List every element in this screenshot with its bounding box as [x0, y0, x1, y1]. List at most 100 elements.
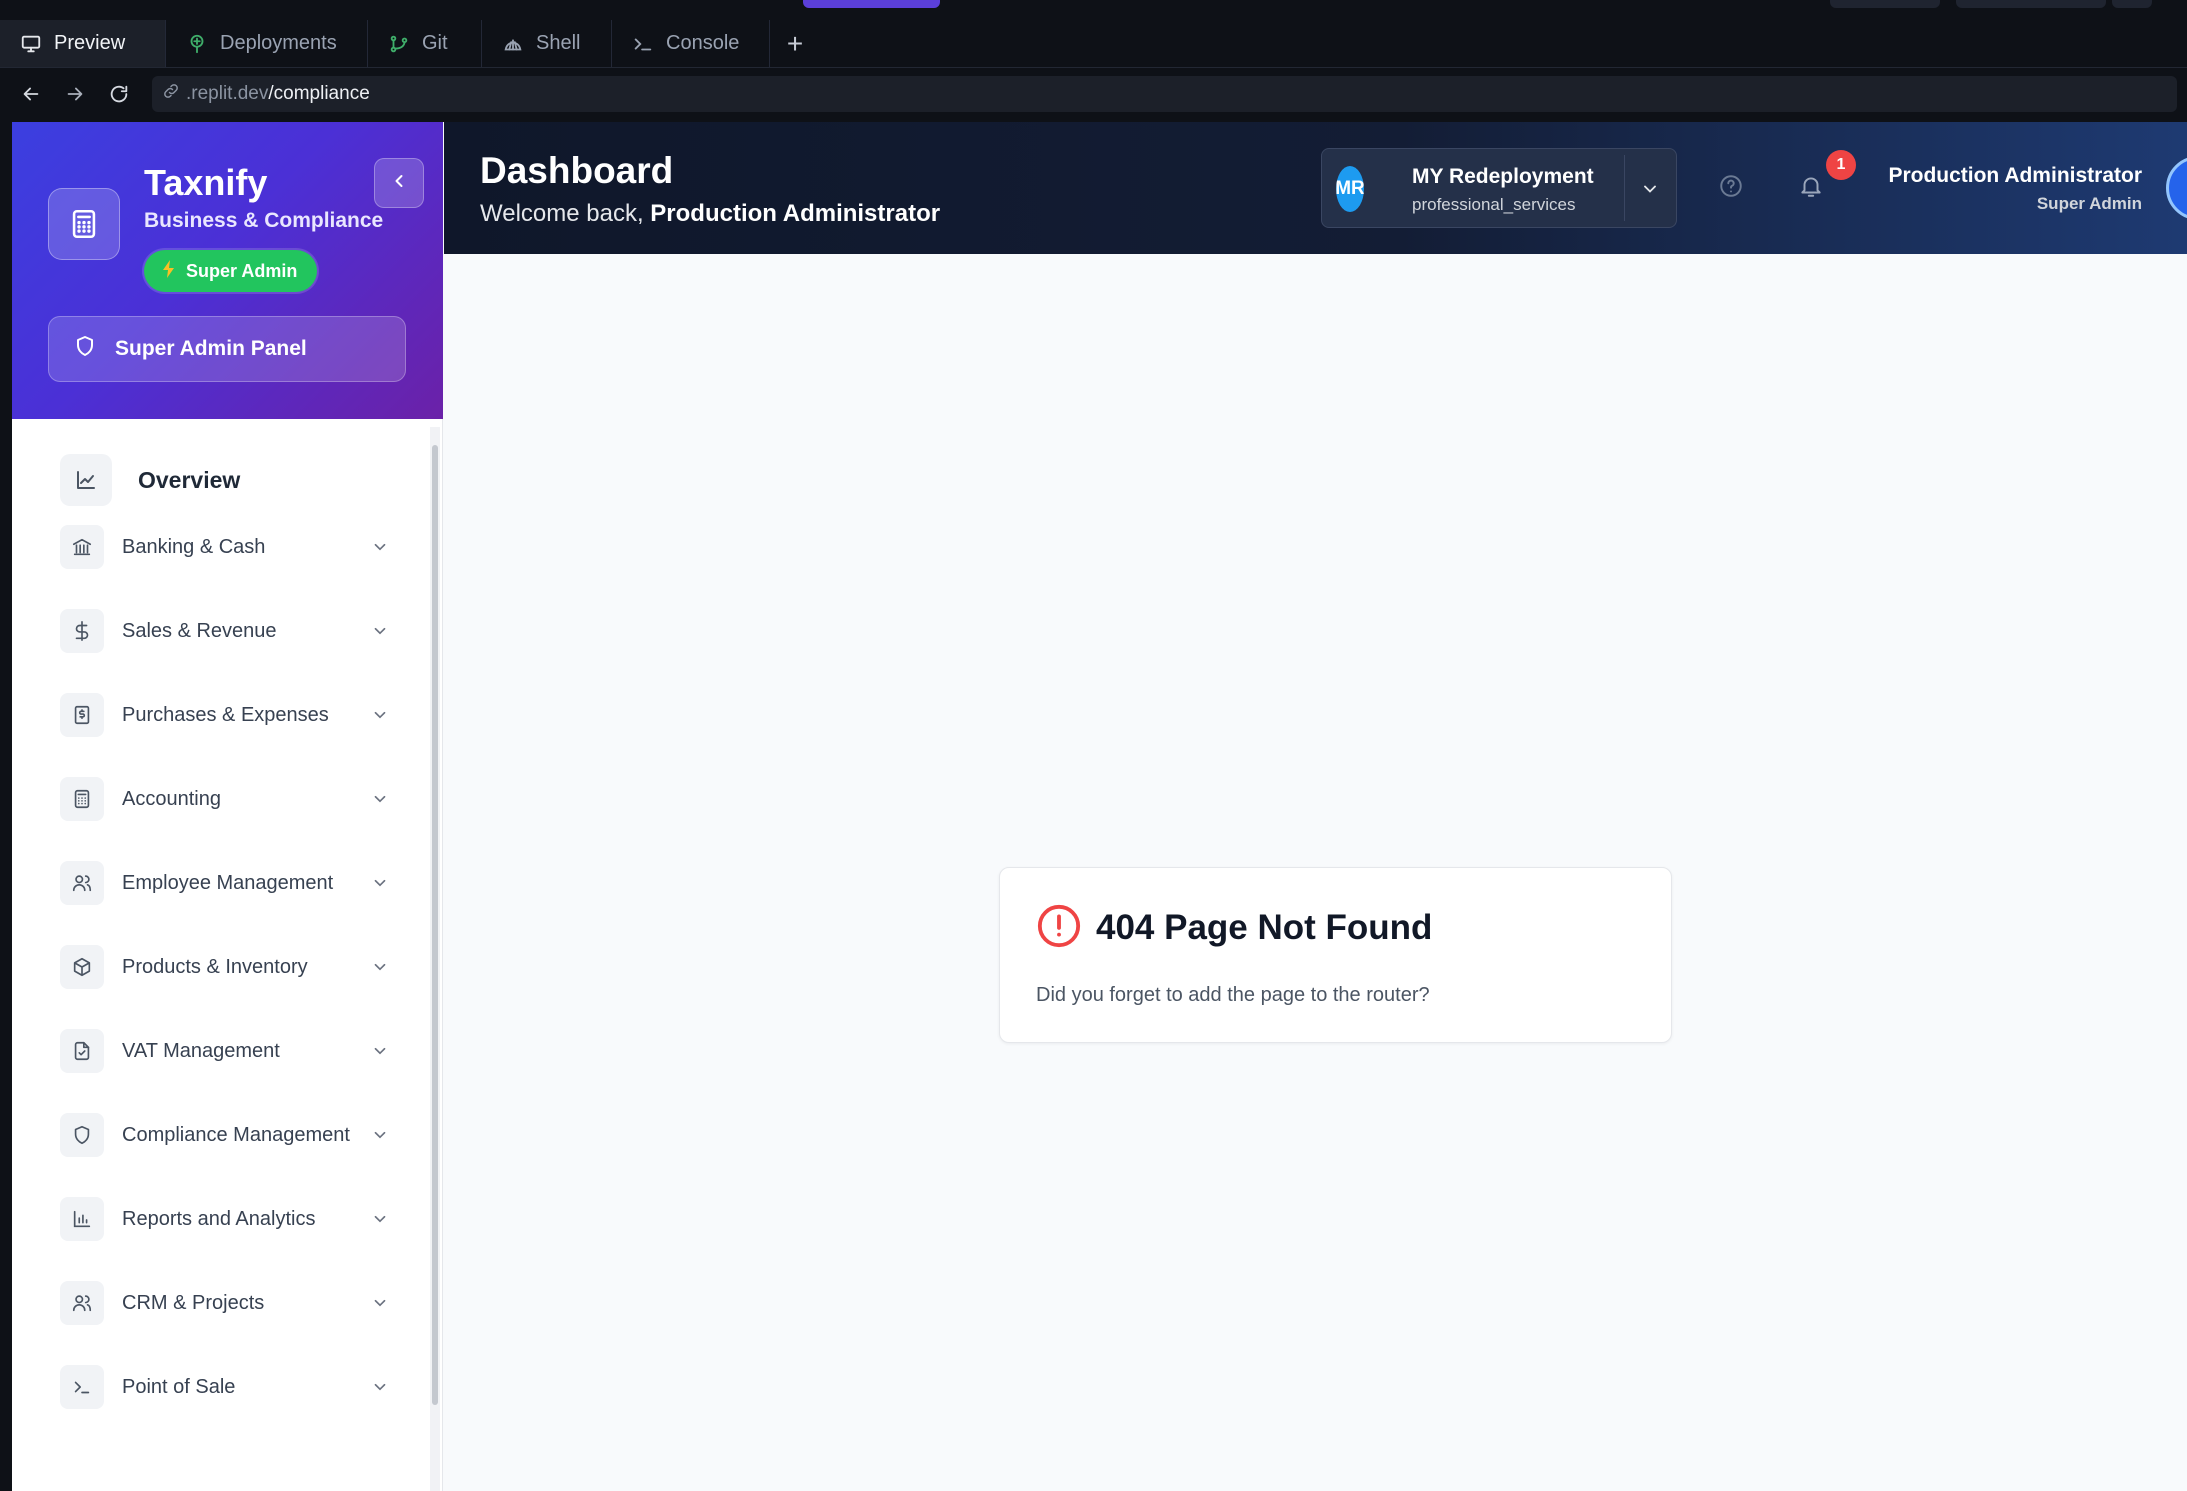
- sidebar-item-pos[interactable]: Point of Sale: [60, 1365, 390, 1409]
- shield-icon: [60, 1113, 104, 1157]
- forward-arrow-icon[interactable]: [64, 82, 86, 106]
- git-branch-icon: [388, 33, 410, 55]
- address-input[interactable]: .replit.dev/compliance: [152, 76, 2177, 112]
- sidebar-item-banking[interactable]: Banking & Cash: [60, 525, 390, 569]
- shell-icon: [502, 33, 524, 55]
- chevron-down-icon: [370, 621, 390, 641]
- bell-icon[interactable]: [1797, 172, 1825, 200]
- sidebar-item-compliance[interactable]: Compliance Management: [60, 1113, 390, 1157]
- sidebar-item-accounting[interactable]: Accounting: [60, 777, 390, 821]
- users-icon: [60, 1281, 104, 1325]
- run-button-highlight[interactable]: [803, 0, 940, 8]
- panel-button-label: Super Admin Panel: [115, 337, 307, 360]
- tab-label: Git: [422, 32, 448, 54]
- company-type: professional_services: [1412, 195, 1576, 214]
- divider: [1624, 155, 1625, 221]
- company-avatar: MR: [1336, 166, 1364, 212]
- sidebar-item-employees[interactable]: Employee Management: [60, 861, 390, 905]
- super-admin-badge: Super Admin: [144, 250, 318, 292]
- top-header: Dashboard Welcome back, Production Admin…: [444, 122, 2187, 254]
- sidebar-item-sales[interactable]: Sales & Revenue: [60, 609, 390, 653]
- welcome-prefix: Welcome back,: [480, 200, 651, 227]
- sidebar: Taxnify Business & Compliance Super Admi…: [12, 122, 443, 1491]
- scrollbar-thumb[interactable]: [432, 445, 438, 1405]
- sidebar-item-label: Accounting: [122, 787, 221, 810]
- brand-name: Taxnify: [144, 162, 268, 203]
- error-title: 404 Page Not Found: [1096, 908, 1433, 947]
- dollar-icon: [60, 609, 104, 653]
- sidebar-item-crm[interactable]: CRM & Projects: [60, 1281, 390, 1325]
- file-check-icon: [60, 1029, 104, 1073]
- ide-top-strip: [0, 0, 2187, 20]
- terminal-icon: [632, 33, 654, 55]
- lightning-icon: [162, 259, 176, 283]
- help-icon[interactable]: [1717, 172, 1745, 200]
- terminal-icon: [60, 1365, 104, 1409]
- tab-label: Deployments: [220, 32, 337, 54]
- deployments-icon: [186, 33, 208, 55]
- user-role: Super Admin: [2036, 194, 2142, 213]
- sidebar-item-overview[interactable]: Overview: [60, 454, 240, 506]
- tab-label: Preview: [54, 32, 126, 54]
- collapse-sidebar-button[interactable]: [374, 158, 424, 208]
- tab-deployments[interactable]: Deployments: [166, 20, 368, 67]
- tab-preview[interactable]: Preview: [0, 20, 166, 67]
- user-name: Production Administrator: [1888, 164, 2142, 187]
- calculator-icon: [60, 777, 104, 821]
- url-path: /compliance: [268, 83, 370, 104]
- super-admin-panel-button[interactable]: Super Admin Panel: [48, 316, 406, 382]
- company-selector[interactable]: MR MY Redeployment professional_services: [1321, 148, 1677, 228]
- brand-subtitle: Business & Compliance: [144, 209, 384, 232]
- sidebar-item-label: Overview: [138, 466, 241, 493]
- url-bar: .replit.dev/compliance: [0, 68, 2187, 120]
- bank-icon: [60, 525, 104, 569]
- user-avatar[interactable]: [2166, 156, 2187, 220]
- top-strip-control[interactable]: [1956, 0, 2106, 8]
- top-strip-control[interactable]: [1830, 0, 1940, 8]
- welcome-name: Production Administrator: [650, 200, 941, 227]
- sidebar-item-vat[interactable]: VAT Management: [60, 1029, 390, 1073]
- app-preview: Taxnify Business & Compliance Super Admi…: [12, 122, 2187, 1491]
- receipt-icon: [60, 693, 104, 737]
- ide-tab-bar: Preview Deployments Git Shell Console +: [0, 20, 2187, 68]
- link-icon: [162, 82, 180, 106]
- chevron-left-icon: [389, 171, 409, 196]
- chevron-down-icon[interactable]: [1638, 177, 1662, 201]
- chevron-down-icon: [370, 957, 390, 977]
- chevron-down-icon: [370, 705, 390, 725]
- chevron-down-icon: [370, 1293, 390, 1313]
- line-chart-icon: [60, 454, 112, 506]
- chevron-down-icon: [370, 789, 390, 809]
- top-strip-control[interactable]: [2112, 0, 2152, 8]
- sidebar-item-label: Products & Inventory: [122, 955, 308, 978]
- sidebar-nav: Overview Banking & Cash Sales & Revenue: [12, 419, 430, 1491]
- tab-shell[interactable]: Shell: [482, 20, 612, 67]
- add-tab-button[interactable]: +: [770, 20, 820, 67]
- tab-label: Shell: [536, 32, 581, 54]
- tab-label: Console: [666, 32, 740, 54]
- alert-circle-icon: [1036, 903, 1082, 949]
- chevron-down-icon: [370, 873, 390, 893]
- badge-label: Super Admin: [186, 260, 298, 281]
- sidebar-item-products[interactable]: Products & Inventory: [60, 945, 390, 989]
- tab-console[interactable]: Console: [612, 20, 770, 67]
- chevron-down-icon: [370, 537, 390, 557]
- sidebar-item-purchases[interactable]: Purchases & Expenses: [60, 693, 390, 737]
- reload-icon[interactable]: [108, 82, 130, 106]
- chevron-down-icon: [370, 1041, 390, 1061]
- sidebar-scrollbar[interactable]: [430, 427, 440, 1491]
- error-description: Did you forget to add the page to the ro…: [1036, 984, 1430, 1006]
- bar-chart-icon: [60, 1197, 104, 1241]
- sidebar-item-reports[interactable]: Reports and Analytics: [60, 1197, 390, 1241]
- page-title: Dashboard: [480, 150, 674, 191]
- calculator-logo-icon: [48, 188, 120, 260]
- sidebar-item-label: VAT Management: [122, 1039, 280, 1062]
- sidebar-item-label: Compliance Management: [122, 1123, 350, 1146]
- chevron-down-icon: [370, 1125, 390, 1145]
- back-arrow-icon[interactable]: [20, 82, 42, 106]
- sidebar-brand: Taxnify Business & Compliance Super Admi…: [12, 122, 443, 419]
- sidebar-item-label: Point of Sale: [122, 1375, 236, 1398]
- sidebar-item-label: Banking & Cash: [122, 535, 266, 558]
- sidebar-item-label: CRM & Projects: [122, 1291, 265, 1314]
- tab-git[interactable]: Git: [368, 20, 482, 67]
